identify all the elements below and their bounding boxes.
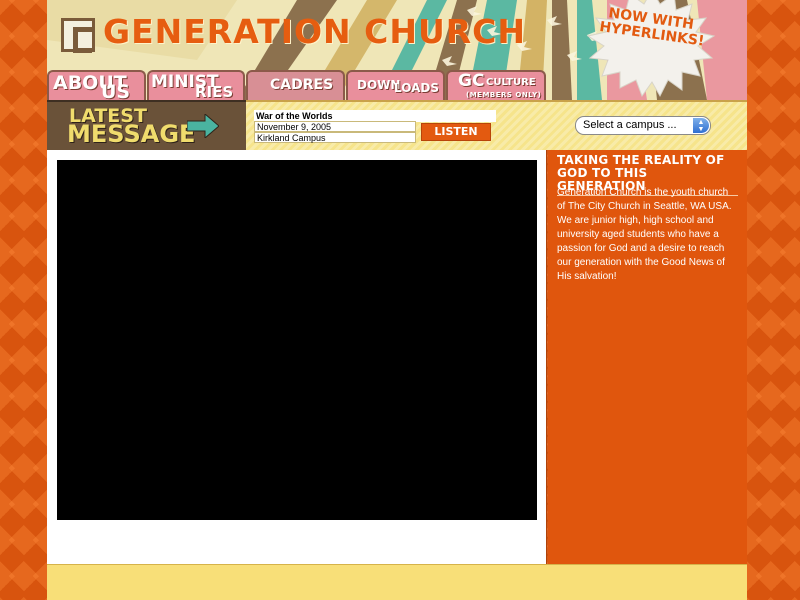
tab-about-us[interactable]: ABOUT US — [47, 70, 146, 100]
tab-gc-label-3: (MEMBERS ONLY) — [466, 91, 542, 99]
sidebar-description: Generation Church is the youth church of… — [557, 187, 732, 282]
tab-gc-label-2: CULTURE — [486, 77, 536, 88]
tab-downloads[interactable]: DOWN LOADS — [346, 70, 445, 100]
tab-gc-culture[interactable]: GC CULTURE (MEMBERS ONLY) — [446, 70, 546, 100]
select-arrows-icon: ▲ ▼ — [693, 118, 709, 133]
tab-gc-label-1: GC — [458, 71, 485, 91]
tab-cadres[interactable]: CADRES — [246, 70, 345, 100]
arrow-right-icon — [187, 114, 219, 138]
listen-button[interactable]: LISTEN — [421, 123, 491, 141]
tab-ministries-label-2: RIES — [195, 83, 234, 100]
campus-select[interactable]: Select a campus ... ▲ ▼ — [575, 116, 711, 135]
tab-cadres-label: CADRES — [270, 77, 334, 93]
site-header: GENERATION CHURCH NOW WITH HYPERLINKS! A… — [47, 0, 747, 100]
latest-message-label: LATEST MESSAGE — [47, 100, 246, 150]
left-pattern — [0, 0, 47, 600]
message-campus: Kirkland Campus — [254, 132, 416, 143]
site-title[interactable]: GENERATION CHURCH — [103, 12, 526, 51]
campus-select-value: Select a campus ... — [583, 119, 677, 131]
footer — [47, 564, 747, 600]
church-logo-icon[interactable] — [61, 18, 95, 53]
latest-line-2: MESSAGE — [67, 120, 196, 148]
sidebar: TAKING THE REALITY OF GOD TO THIS GENERA… — [548, 150, 747, 564]
tab-about-label-2: US — [101, 81, 131, 100]
right-pattern — [747, 0, 800, 600]
main-content — [47, 150, 547, 564]
video-player[interactable] — [57, 160, 537, 520]
tab-ministries[interactable]: MINIST RIES — [147, 70, 245, 100]
message-date: November 9, 2005 — [254, 121, 416, 132]
latest-message-panel: War of the Worlds November 9, 2005 Kirkl… — [246, 100, 747, 150]
tab-downloads-label-2: LOADS — [394, 81, 439, 95]
